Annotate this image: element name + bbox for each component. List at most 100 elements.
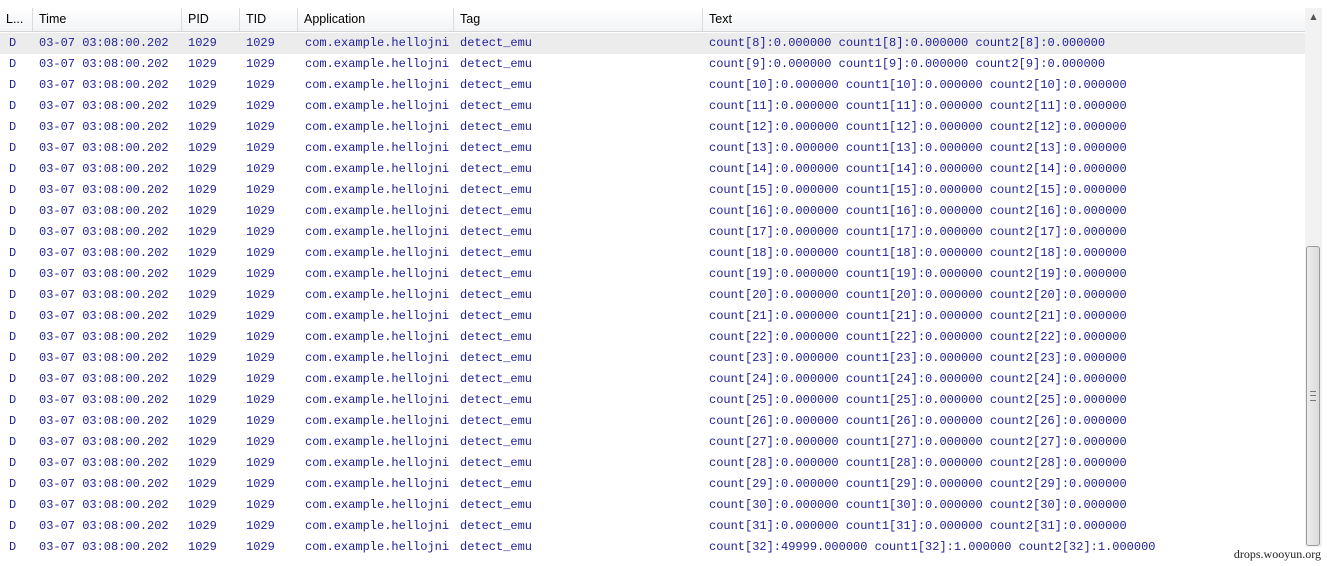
log-tag: detect_emu (460, 351, 533, 365)
log-pid: 1029 (188, 393, 217, 407)
log-application: com.example.hellojni (305, 372, 450, 386)
table-row[interactable]: D 03-07 03:08:00.202 1029 1029 com.example.h… (0, 327, 1305, 348)
column-header-time[interactable]: Time (33, 8, 182, 31)
log-tid: 1029 (246, 141, 275, 155)
log-application: com.example.hellojni (305, 183, 450, 197)
log-tid: 1029 (246, 78, 275, 92)
table-row[interactable]: D 03-07 03:08:00.202 1029 1029 com.example.h… (0, 75, 1305, 96)
log-pid: 1029 (188, 162, 217, 176)
log-level: D (9, 99, 17, 113)
column-header-level[interactable]: L... (0, 8, 33, 31)
log-tag: detect_emu (460, 57, 533, 71)
log-time: 03-07 03:08:00.202 (39, 498, 169, 512)
log-text: count[17]:0.000000 count1[17]:0.000000 c… (709, 225, 1127, 239)
log-tid: 1029 (246, 162, 275, 176)
log-pid: 1029 (188, 246, 217, 260)
log-tag: detect_emu (460, 225, 533, 239)
scrollbar-thumb[interactable] (1306, 246, 1320, 546)
log-text: count[32]:49999.000000 count1[32]:1.0000… (709, 540, 1156, 554)
table-row[interactable]: D 03-07 03:08:00.202 1029 1029 com.example.h… (0, 138, 1305, 159)
table-row[interactable]: D 03-07 03:08:00.202 1029 1029 com.example.h… (0, 201, 1305, 222)
log-tid: 1029 (246, 267, 275, 281)
log-level: D (9, 498, 17, 512)
vertical-scrollbar[interactable]: ▲ (1305, 8, 1322, 548)
log-time: 03-07 03:08:00.202 (39, 246, 169, 260)
log-level: D (9, 540, 17, 554)
table-row[interactable]: D 03-07 03:08:00.202 1029 1029 com.example.h… (0, 33, 1305, 54)
log-time: 03-07 03:08:00.202 (39, 414, 169, 428)
log-text: count[25]:0.000000 count1[25]:0.000000 c… (709, 393, 1127, 407)
log-application: com.example.hellojni (305, 141, 450, 155)
log-time: 03-07 03:08:00.202 (39, 288, 169, 302)
log-pid: 1029 (188, 78, 217, 92)
table-row[interactable]: D 03-07 03:08:00.202 1029 1029 com.example.h… (0, 411, 1305, 432)
log-level: D (9, 456, 17, 470)
log-text: count[13]:0.000000 count1[13]:0.000000 c… (709, 141, 1127, 155)
log-text: count[15]:0.000000 count1[15]:0.000000 c… (709, 183, 1127, 197)
table-row[interactable]: D 03-07 03:08:00.202 1029 1029 com.example.h… (0, 159, 1305, 180)
log-pid: 1029 (188, 57, 217, 71)
table-row[interactable]: D 03-07 03:08:00.202 1029 1029 com.example.h… (0, 369, 1305, 390)
table-row[interactable]: D 03-07 03:08:00.202 1029 1029 com.example.h… (0, 495, 1305, 516)
log-tag: detect_emu (460, 162, 533, 176)
log-application: com.example.hellojni (305, 393, 450, 407)
table-row[interactable]: D 03-07 03:08:00.202 1029 1029 com.example.h… (0, 432, 1305, 453)
log-tid: 1029 (246, 540, 275, 554)
log-application: com.example.hellojni (305, 36, 450, 50)
log-text: count[14]:0.000000 count1[14]:0.000000 c… (709, 162, 1127, 176)
column-header-tid[interactable]: TID (240, 8, 298, 31)
log-tag: detect_emu (460, 414, 533, 428)
log-pid: 1029 (188, 540, 217, 554)
column-header-text[interactable]: Text (703, 8, 1305, 31)
log-pid: 1029 (188, 498, 217, 512)
log-time: 03-07 03:08:00.202 (39, 141, 169, 155)
log-level: D (9, 183, 17, 197)
log-tag: detect_emu (460, 288, 533, 302)
log-level: D (9, 330, 17, 344)
log-time: 03-07 03:08:00.202 (39, 225, 169, 239)
log-tag: detect_emu (460, 99, 533, 113)
table-row[interactable]: D 03-07 03:08:00.202 1029 1029 com.example.h… (0, 306, 1305, 327)
table-row[interactable]: D 03-07 03:08:00.202 1029 1029 com.example.h… (0, 222, 1305, 243)
log-tag: detect_emu (460, 519, 533, 533)
log-level: D (9, 36, 17, 50)
log-text: count[9]:0.000000 count1[9]:0.000000 cou… (709, 57, 1106, 71)
log-pid: 1029 (188, 372, 217, 386)
table-row[interactable]: D 03-07 03:08:00.202 1029 1029 com.example.h… (0, 96, 1305, 117)
log-text: count[23]:0.000000 count1[23]:0.000000 c… (709, 351, 1127, 365)
log-application: com.example.hellojni (305, 204, 450, 218)
table-row[interactable]: D 03-07 03:08:00.202 1029 1029 com.example.h… (0, 180, 1305, 201)
table-row[interactable]: D 03-07 03:08:00.202 1029 1029 com.example.h… (0, 390, 1305, 411)
log-application: com.example.hellojni (305, 120, 450, 134)
log-tid: 1029 (246, 351, 275, 365)
log-level: D (9, 57, 17, 71)
table-row[interactable]: D 03-07 03:08:00.202 1029 1029 com.example.h… (0, 117, 1305, 138)
log-tid: 1029 (246, 330, 275, 344)
log-text: count[28]:0.000000 count1[28]:0.000000 c… (709, 456, 1127, 470)
log-tid: 1029 (246, 435, 275, 449)
column-header-pid[interactable]: PID (182, 8, 240, 31)
column-header-tag[interactable]: Tag (454, 8, 703, 31)
table-row[interactable]: D 03-07 03:08:00.202 1029 1029 com.example.h… (0, 264, 1305, 285)
table-row[interactable]: D 03-07 03:08:00.202 1029 1029 com.example.h… (0, 516, 1305, 537)
log-tag: detect_emu (460, 498, 533, 512)
table-row[interactable]: D 03-07 03:08:00.202 1029 1029 com.example.h… (0, 285, 1305, 306)
log-time: 03-07 03:08:00.202 (39, 36, 169, 50)
scroll-up-arrow-icon[interactable]: ▲ (1305, 8, 1322, 25)
table-row[interactable]: D 03-07 03:08:00.202 1029 1029 com.example.h… (0, 453, 1305, 474)
log-level: D (9, 519, 17, 533)
column-header-application[interactable]: Application (298, 8, 454, 31)
log-tid: 1029 (246, 414, 275, 428)
log-application: com.example.hellojni (305, 288, 450, 302)
log-application: com.example.hellojni (305, 498, 450, 512)
table-row[interactable]: D 03-07 03:08:00.202 1029 1029 com.example.h… (0, 243, 1305, 264)
log-time: 03-07 03:08:00.202 (39, 435, 169, 449)
log-tag: detect_emu (460, 540, 533, 554)
log-text: count[19]:0.000000 count1[19]:0.000000 c… (709, 267, 1127, 281)
table-header: L... Time PID TID Application Tag Text (0, 8, 1305, 32)
log-application: com.example.hellojni (305, 78, 450, 92)
table-row[interactable]: D 03-07 03:08:00.202 1029 1029 com.example.h… (0, 474, 1305, 495)
table-row[interactable]: D 03-07 03:08:00.202 1029 1029 com.example.h… (0, 54, 1305, 75)
table-row[interactable]: D 03-07 03:08:00.202 1029 1029 com.example.h… (0, 348, 1305, 369)
table-row[interactable]: D 03-07 03:08:00.202 1029 1029 com.example.h… (0, 537, 1305, 558)
